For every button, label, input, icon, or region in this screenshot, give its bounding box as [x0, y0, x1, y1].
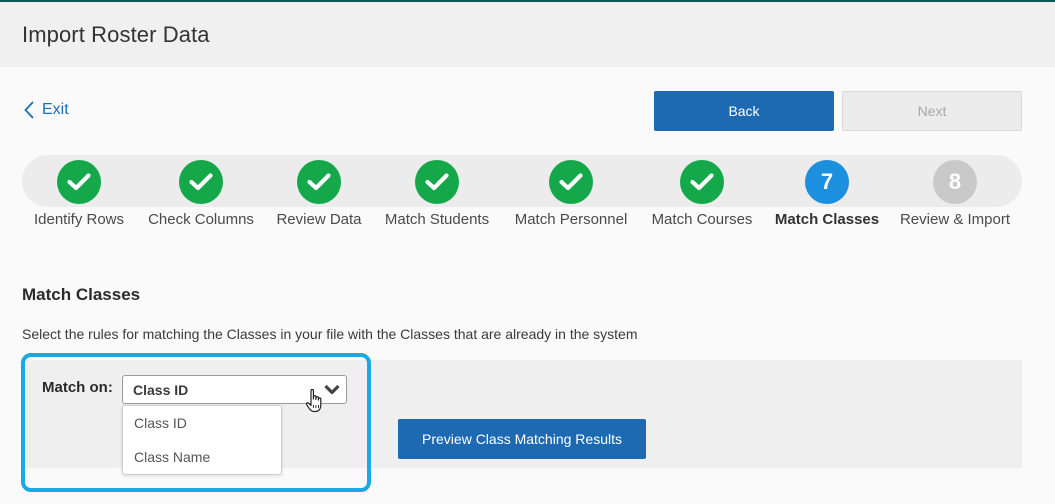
step-identify-rows: Identify Rows	[9, 160, 149, 228]
step-label: Match Classes	[775, 211, 879, 228]
step-complete-badge	[415, 160, 459, 204]
chevron-left-icon	[24, 101, 34, 119]
next-button[interactable]: Next	[842, 91, 1022, 131]
preview-matching-button[interactable]: Preview Class Matching Results	[398, 419, 646, 459]
step-match-personnel: Match Personnel	[501, 160, 641, 228]
step-label: Match Students	[385, 211, 489, 228]
step-label: Match Personnel	[515, 211, 628, 228]
step-complete-badge	[57, 160, 101, 204]
page-header: Import Roster Data	[0, 2, 1055, 67]
step-number-badge: 8	[933, 160, 977, 204]
exit-link[interactable]: Exit	[24, 99, 69, 121]
check-icon	[559, 173, 583, 191]
step-label: Match Courses	[652, 211, 753, 228]
match-on-highlight	[21, 353, 371, 492]
step-label: Review & Import	[900, 211, 1010, 228]
check-icon	[690, 173, 714, 191]
check-icon	[189, 173, 213, 191]
step-complete-badge	[297, 160, 341, 204]
step-number-badge: 7	[805, 160, 849, 204]
step-complete-badge	[680, 160, 724, 204]
step-match-courses: Match Courses	[632, 160, 772, 228]
section-description: Select the rules for matching the Classe…	[22, 326, 638, 342]
check-icon	[307, 173, 331, 191]
step-match-classes: 7 Match Classes	[757, 160, 897, 228]
step-label: Identify Rows	[34, 211, 124, 228]
check-icon	[425, 173, 449, 191]
section-title: Match Classes	[22, 285, 140, 305]
back-button[interactable]: Back	[654, 91, 834, 131]
step-label: Check Columns	[148, 211, 254, 228]
step-complete-badge	[549, 160, 593, 204]
step-review-import: 8 Review & Import	[885, 160, 1025, 228]
step-label: Review Data	[276, 211, 361, 228]
page-title: Import Roster Data	[22, 22, 210, 48]
step-match-students: Match Students	[367, 160, 507, 228]
step-complete-badge	[179, 160, 223, 204]
exit-label: Exit	[42, 101, 69, 119]
check-icon	[67, 173, 91, 191]
